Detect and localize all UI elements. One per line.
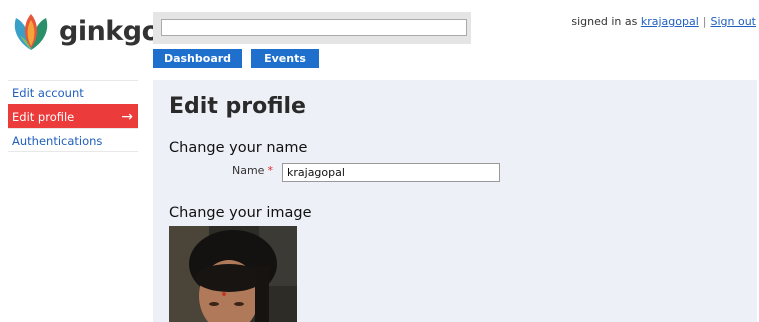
sign-out-link[interactable]: Sign out bbox=[710, 15, 756, 28]
arrow-right-icon: → bbox=[121, 109, 133, 125]
user-bar: signed in as krajagopal | Sign out bbox=[571, 15, 756, 28]
sidebar-item-authentications[interactable]: Authentications bbox=[8, 128, 138, 152]
tab-events[interactable]: Events bbox=[251, 49, 319, 68]
logo-text: ginkgo bbox=[59, 16, 160, 47]
user-bar-separator: | bbox=[702, 15, 707, 28]
ginkgo-leaf-icon bbox=[14, 14, 48, 50]
sidebar-item-edit-profile[interactable]: Edit profile → bbox=[8, 104, 138, 128]
name-input[interactable] bbox=[282, 163, 500, 182]
page-title: Edit profile bbox=[169, 94, 306, 119]
search-input[interactable] bbox=[161, 19, 467, 36]
ginkgo-logo[interactable]: ginkgo bbox=[10, 12, 160, 52]
name-label-text: Name bbox=[232, 164, 265, 177]
username-link[interactable]: krajagopal bbox=[641, 15, 699, 28]
avatar[interactable] bbox=[169, 226, 297, 322]
sidebar: Edit account Edit profile → Authenticati… bbox=[8, 80, 138, 152]
sidebar-item-label: Edit profile bbox=[12, 110, 75, 124]
change-image-heading: Change your image bbox=[169, 205, 312, 221]
required-marker: * bbox=[267, 164, 273, 177]
change-name-heading: Change your name bbox=[169, 140, 308, 156]
sidebar-item-label: Edit account bbox=[12, 86, 84, 100]
profile-photo bbox=[169, 226, 297, 322]
sidebar-item-label: Authentications bbox=[12, 134, 103, 148]
main-panel: Edit profile Change your name Name* Chan… bbox=[153, 80, 757, 322]
tab-dashboard[interactable]: Dashboard bbox=[153, 49, 242, 68]
sidebar-item-edit-account[interactable]: Edit account bbox=[8, 80, 138, 104]
name-label: Name * bbox=[232, 164, 273, 177]
search-bar bbox=[153, 12, 471, 44]
signed-in-label: signed in as bbox=[571, 15, 638, 28]
